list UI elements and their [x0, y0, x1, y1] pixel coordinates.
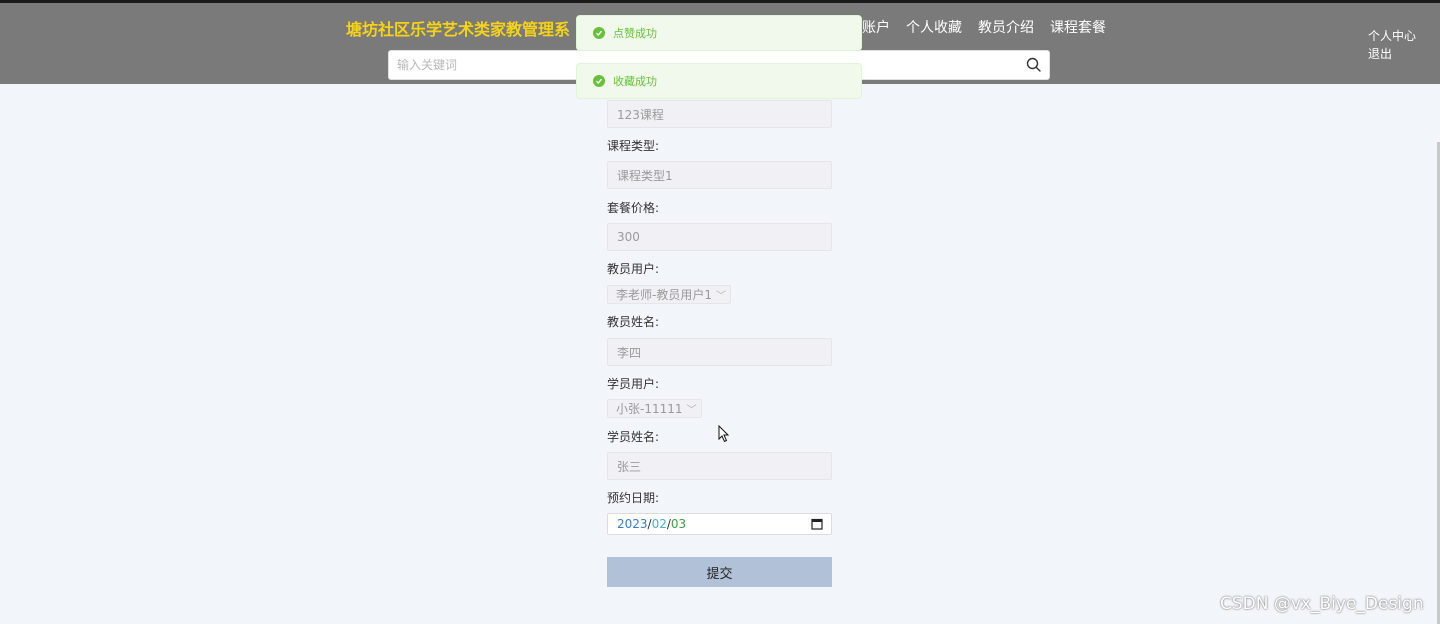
user-links: 个人中心 退出: [1368, 27, 1416, 63]
main-nav: 账户 个人收藏 教员介绍 课程套餐: [862, 17, 1122, 37]
teacher-user-label: 教员用户:: [607, 262, 660, 276]
student-user-select[interactable]: 小张-11111 ﹀: [607, 399, 702, 418]
student-user-label: 学员用户:: [607, 377, 660, 391]
nav-item-teachers[interactable]: 教员介绍: [978, 17, 1034, 37]
mouse-cursor-icon: [718, 425, 730, 443]
watermark: CSDN @vx_Biye_Design: [1220, 594, 1424, 614]
search-icon[interactable]: [1025, 56, 1043, 74]
course-name-field[interactable]: 123课程: [607, 100, 832, 128]
teacher-name-label: 教员姓名:: [607, 315, 660, 329]
nav-item-account[interactable]: 账户: [862, 17, 890, 37]
date-day: 03: [670, 517, 687, 531]
date-year: 2023: [617, 517, 648, 531]
toast-favorite-success: 收藏成功: [576, 63, 862, 99]
teacher-user-value: 李老师-教员用户1: [616, 288, 712, 302]
student-name-label: 学员姓名:: [607, 430, 660, 444]
nav-item-packages[interactable]: 课程套餐: [1050, 17, 1106, 37]
chevron-down-icon: ﹀: [686, 405, 697, 416]
toast-message: 收藏成功: [613, 75, 657, 88]
success-check-icon: [593, 27, 605, 39]
calendar-icon[interactable]: [811, 518, 823, 530]
price-field[interactable]: 300: [607, 223, 832, 251]
date-month: 02: [651, 517, 667, 531]
toast-like-success: 点赞成功: [576, 15, 862, 51]
date-label: 预约日期:: [607, 491, 660, 505]
success-check-icon: [593, 75, 605, 87]
teacher-user-select[interactable]: 李老师-教员用户1 ﹀: [607, 285, 731, 304]
toast-message: 点赞成功: [613, 27, 657, 40]
logout-link[interactable]: 退出: [1368, 45, 1416, 63]
profile-link[interactable]: 个人中心: [1368, 27, 1416, 45]
submit-button[interactable]: 提交: [607, 557, 832, 587]
student-user-value: 小张-11111: [616, 402, 683, 416]
course-type-label: 课程类型:: [607, 139, 660, 153]
appointment-date-input[interactable]: 2023/02/03: [607, 513, 832, 535]
nav-item-favorites[interactable]: 个人收藏: [906, 17, 962, 37]
teacher-name-field[interactable]: 李四: [607, 338, 832, 366]
price-label: 套餐价格:: [607, 201, 660, 215]
course-type-field[interactable]: 课程类型1: [607, 161, 832, 189]
site-title: 塘坊社区乐学艺术类家教管理系: [346, 20, 571, 39]
student-name-field[interactable]: 张三: [607, 452, 832, 480]
chevron-down-icon: ﹀: [715, 291, 726, 302]
